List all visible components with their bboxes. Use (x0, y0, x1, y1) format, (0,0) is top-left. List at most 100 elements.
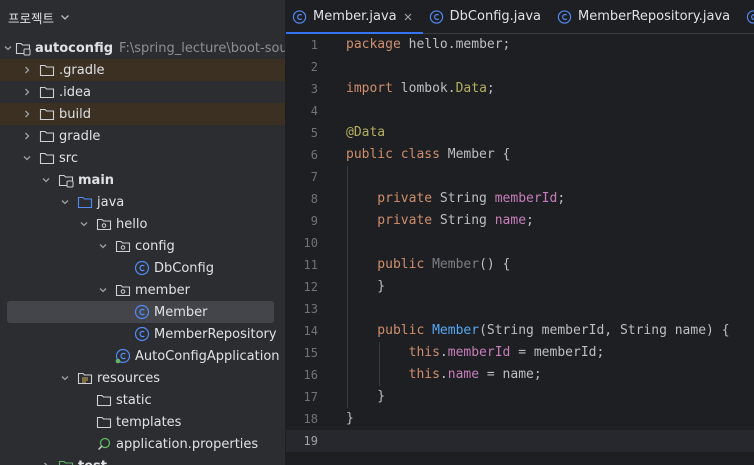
code-token: . (439, 367, 448, 382)
code-token: public class (346, 147, 448, 162)
tree-item-templates[interactable]: templates (0, 411, 285, 433)
chevron-down-icon[interactable] (96, 235, 110, 257)
tab-dbconfig-java[interactable]: DbConfig.java (423, 0, 551, 33)
folder-icon (39, 128, 55, 144)
tree-item-memberrepository[interactable]: MemberRepository (0, 323, 285, 345)
code-line[interactable]: package hello.member; (346, 34, 510, 56)
code-line[interactable]: import lombok.Data; (346, 78, 495, 100)
code-line[interactable]: this.memberId = memberId; (346, 342, 605, 364)
line-number-gutter: 1 2 3 4 5 6 7 8 9 10 11 12 13 14 15 16 17 18 19 (286, 34, 342, 465)
tree-item-label: .idea (59, 84, 91, 100)
code-line[interactable]: @Data (346, 122, 385, 144)
properties-icon (96, 436, 112, 452)
code-token: public (346, 257, 433, 272)
tree-item-dbconfig[interactable]: DbConfig (0, 257, 285, 279)
code-line[interactable]: public Member(String memberId, String na… (346, 320, 729, 342)
line-number: 10 (303, 236, 318, 250)
project-title[interactable]: 프로젝트 (8, 8, 54, 27)
code-token: String (439, 213, 495, 228)
tree-item-java[interactable]: java (0, 191, 285, 213)
tree-item-autoconfig[interactable]: autoconfig F:\spring_lecture\boot-source (0, 37, 285, 59)
code-line[interactable]: } (346, 408, 354, 430)
tree-item-main[interactable]: main (0, 169, 285, 191)
tree-item-application-properties[interactable]: application.properties (0, 433, 285, 455)
code-line[interactable]: private String memberId; (346, 188, 565, 210)
tree-item-autoconfigapplication[interactable]: AutoConfigApplication (0, 345, 285, 367)
tree-item-build[interactable]: build (0, 103, 285, 125)
chevron-down-icon[interactable] (96, 279, 110, 301)
line-number: 2 (310, 60, 318, 74)
tree-item-test[interactable]: test (0, 455, 285, 465)
chevron-right-icon[interactable] (20, 125, 34, 147)
tree-item-label: build (59, 106, 91, 122)
line-number: 14 (303, 324, 318, 338)
chevron-down-icon[interactable] (39, 169, 53, 191)
code-token: this (346, 345, 440, 360)
package-icon (115, 238, 131, 254)
tab-member-java[interactable]: Member.java (286, 0, 423, 34)
tree-item-gradle[interactable]: .gradle (0, 59, 285, 81)
tree-item-member[interactable]: Member (7, 301, 274, 323)
project-header[interactable]: 프로젝트 (0, 0, 285, 34)
chevron-right-icon[interactable] (39, 455, 53, 465)
line-number: 8 (310, 192, 318, 206)
tree-item-label: templates (116, 414, 182, 430)
tree-item-src[interactable]: src (0, 147, 285, 169)
code-line[interactable]: public Member() { (346, 254, 510, 276)
line-number: 15 (303, 346, 318, 360)
code-line[interactable]: } (346, 276, 385, 298)
tab-memberrepository-java[interactable]: MemberRepository.java (551, 0, 740, 33)
code-line[interactable]: } (346, 386, 385, 408)
code-token: ; (486, 81, 495, 96)
chevron-down-icon[interactable] (1, 37, 15, 59)
line-number: 11 (303, 258, 318, 272)
tree-item-idea[interactable]: .idea (0, 81, 285, 103)
code-line[interactable]: this.name = name; (346, 364, 542, 386)
class-icon (746, 9, 754, 24)
chevron-down-icon[interactable] (20, 147, 34, 169)
class-icon (292, 9, 307, 24)
tree-item-config[interactable]: config (0, 235, 285, 257)
tree-item-label: config (135, 238, 175, 254)
line-number: 7 (310, 170, 318, 184)
code-token: Data (455, 81, 487, 96)
tree-item-label: Member (154, 304, 208, 320)
chevron-down-icon[interactable] (77, 213, 91, 235)
tree-item-label: AutoConfigApplication (135, 348, 280, 364)
code-token: name (494, 213, 527, 228)
tab-mem[interactable]: Mem (740, 0, 754, 33)
tree-item-label: autoconfig (35, 40, 114, 56)
code-line[interactable]: public class Member { (346, 144, 510, 166)
code-token: name (447, 367, 480, 382)
code-line[interactable]: private String name; (346, 210, 534, 232)
tree-item-label: MemberRepository (154, 326, 277, 342)
tree-item-label: resources (97, 370, 161, 386)
chevron-down-icon[interactable] (58, 367, 72, 389)
chevron-right-icon[interactable] (20, 103, 34, 125)
tree-item-gradle[interactable]: gradle (0, 125, 285, 147)
chevron-down-icon[interactable] (59, 11, 71, 23)
tab-label: Member.java (313, 9, 397, 24)
tree-item-label: java (97, 194, 125, 210)
tree-arrow-spacer (115, 301, 129, 323)
close-icon[interactable] (403, 12, 413, 22)
chevron-down-icon[interactable] (58, 191, 72, 213)
tree-item-member[interactable]: member (0, 279, 285, 301)
code-token: String (439, 191, 495, 206)
folder-icon (39, 150, 55, 166)
source-folder-icon (77, 194, 93, 210)
code-area[interactable]: package hello.member; import lombok.Data;… (342, 34, 754, 465)
project-panel: 프로젝트 autoconfig F:\spring_lecture\boot-so… (0, 0, 285, 465)
code-editor[interactable]: Member.java DbConfig.java MemberRepository… (286, 0, 754, 465)
tree-item-label: .gradle (59, 62, 105, 78)
tree-arrow-spacer (77, 411, 91, 433)
class-icon (557, 9, 572, 24)
tree-item-static[interactable]: static (0, 389, 285, 411)
tree-item-resources[interactable]: resources (0, 367, 285, 389)
tree-item-hello[interactable]: hello (0, 213, 285, 235)
code-token: memberId (494, 191, 558, 206)
code-token: } (346, 389, 386, 404)
chevron-right-icon[interactable] (20, 81, 34, 103)
chevron-right-icon[interactable] (20, 59, 34, 81)
line-number: 16 (303, 368, 318, 382)
